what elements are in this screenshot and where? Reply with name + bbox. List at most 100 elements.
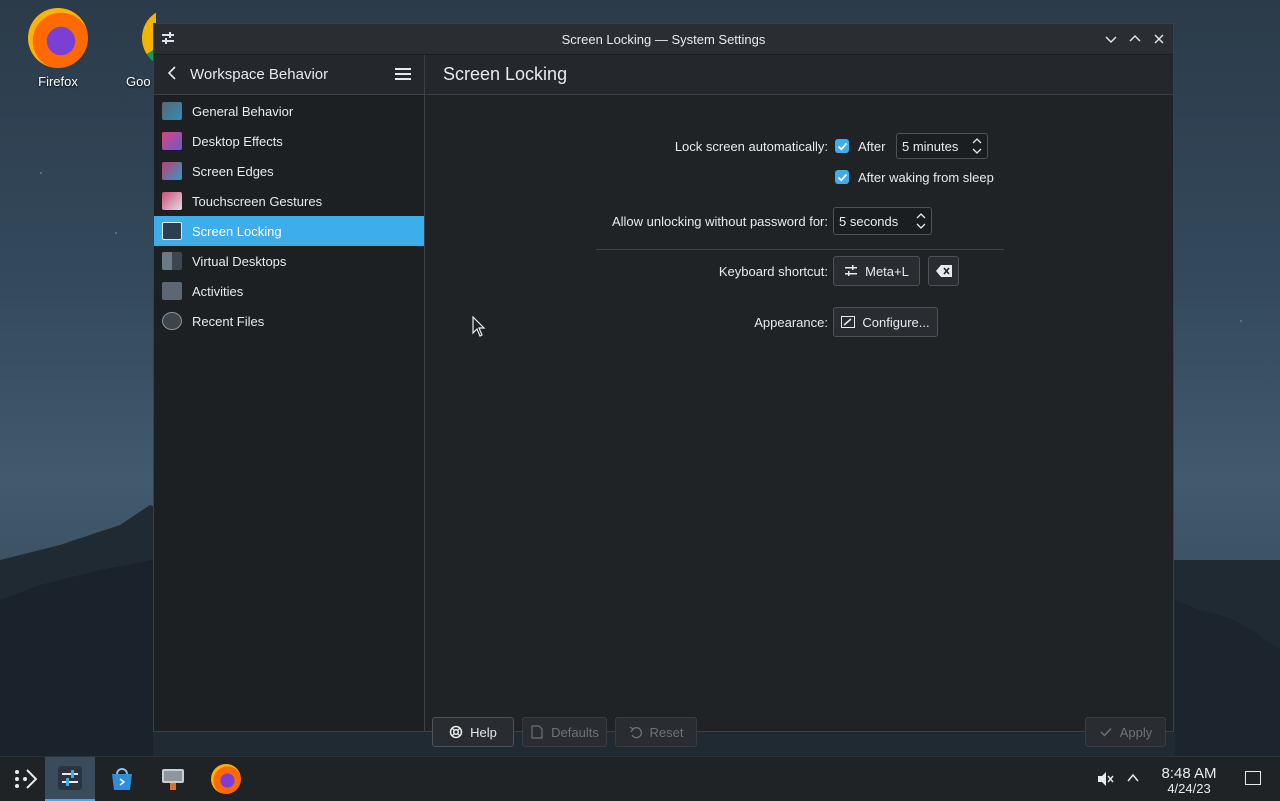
touchscreen-gestures-icon — [162, 192, 182, 210]
help-label: Help — [470, 724, 497, 740]
firefox-icon — [28, 8, 88, 68]
digital-clock[interactable]: 8:48 AM 4/24/23 — [1148, 765, 1230, 796]
taskbar-discover[interactable] — [97, 757, 147, 801]
virtual-desktops-icon — [162, 252, 182, 270]
defaults-button[interactable]: Defaults — [522, 717, 607, 747]
gaming-mode-icon — [162, 769, 184, 790]
taskbar-return-to-gaming-mode[interactable] — [148, 757, 198, 801]
after-checkbox-label[interactable]: After — [858, 139, 885, 154]
reset-button[interactable]: Reset — [615, 717, 697, 747]
sidebar-item-label: Recent Files — [192, 313, 265, 329]
page-title: Screen Locking — [443, 64, 568, 84]
hamburger-icon — [395, 68, 411, 80]
unlock-grace-spinbox[interactable]: 5 seconds — [833, 207, 932, 235]
help-icon — [449, 725, 463, 739]
general-behavior-icon — [162, 102, 182, 120]
sidebar-header: Workspace Behavior — [154, 55, 424, 95]
volume-muted-icon — [1098, 772, 1114, 786]
activities-icon — [162, 282, 182, 300]
discover-store-icon — [112, 768, 132, 790]
spin-arrows-icon — [916, 213, 926, 229]
content-area: Screen Locking Lock screen automatically… — [425, 55, 1173, 747]
system-settings-icon — [58, 766, 82, 790]
shortcut-value: Meta+L — [865, 263, 909, 279]
system-settings-window: Screen Locking — System Settings Workspa… — [153, 23, 1174, 747]
clear-shortcut-button[interactable] — [928, 256, 959, 286]
sidebar-item-screen-locking[interactable]: Screen Locking — [154, 216, 424, 246]
chevron-up-icon — [1127, 773, 1139, 782]
help-button[interactable]: Help — [432, 717, 514, 747]
minimize-button[interactable] — [1101, 29, 1121, 49]
lock-auto-label: Lock screen automatically: — [674, 139, 828, 154]
undo-icon — [629, 725, 643, 739]
clock-time: 8:48 AM — [1161, 765, 1217, 782]
checkmark-icon — [837, 173, 847, 182]
maximize-button[interactable] — [1125, 29, 1145, 49]
taskbar-system-settings[interactable] — [45, 757, 95, 801]
sidebar-item-label: Desktop Effects — [192, 133, 283, 149]
mouse-cursor-icon — [472, 316, 486, 337]
unlock-grace-value: 5 seconds — [839, 213, 899, 229]
sidebar-item-desktop-effects[interactable]: Desktop Effects — [154, 126, 424, 156]
sidebar-item-activities[interactable]: Activities — [154, 276, 424, 306]
sidebar-item-label: Virtual Desktops — [192, 253, 287, 269]
appearance-label: Appearance: — [754, 315, 828, 330]
chevron-up-icon — [1129, 34, 1141, 42]
after-checkbox[interactable] — [835, 139, 849, 153]
sidebar-item-touchscreen-gestures[interactable]: Touchscreen Gestures — [154, 186, 424, 216]
recent-files-icon — [162, 312, 182, 330]
defaults-label: Defaults — [551, 724, 599, 740]
taskbar: 8:48 AM 4/24/23 — [0, 756, 1280, 801]
sidebar-title: Workspace Behavior — [190, 66, 329, 83]
shortcut-icon — [844, 264, 858, 278]
system-tray-expand-button[interactable] — [1126, 771, 1140, 788]
checkmark-icon — [837, 142, 847, 151]
unlock-label: Allow unlocking without password for: — [611, 214, 828, 229]
screen-locking-icon — [162, 222, 182, 240]
sidebar: Workspace Behavior General Behavior Desk… — [154, 55, 425, 731]
steamdeck-launcher-icon — [15, 769, 37, 789]
close-icon — [1154, 34, 1164, 44]
spin-arrows-icon — [972, 138, 982, 154]
hamburger-menu-button[interactable] — [394, 65, 412, 83]
sidebar-item-label: Screen Locking — [192, 223, 282, 239]
sidebar-item-general-behavior[interactable]: General Behavior — [154, 96, 424, 126]
system-settings-app-icon[interactable] — [160, 30, 176, 46]
desktop-icon-firefox[interactable]: Firefox — [13, 0, 103, 89]
sidebar-item-virtual-desktops[interactable]: Virtual Desktops — [154, 246, 424, 276]
sidebar-item-label: Activities — [192, 283, 244, 299]
window-titlebar[interactable]: Screen Locking — System Settings — [154, 24, 1173, 55]
application-launcher-button[interactable] — [0, 757, 50, 801]
back-button[interactable] — [166, 65, 184, 84]
shortcut-label: Keyboard shortcut: — [718, 264, 828, 279]
close-button[interactable] — [1149, 29, 1169, 49]
shortcut-button[interactable]: Meta+L — [833, 256, 920, 286]
clock-date: 4/24/23 — [1167, 781, 1211, 796]
volume-muted-button[interactable] — [1096, 770, 1114, 791]
configure-label: Configure... — [862, 314, 930, 330]
sidebar-list: General Behavior Desktop Effects Screen … — [154, 96, 424, 336]
apply-button[interactable]: Apply — [1085, 717, 1166, 747]
star — [1240, 320, 1242, 322]
separator — [596, 249, 1004, 250]
backspace-icon — [935, 265, 952, 277]
configure-icon — [841, 315, 856, 329]
configure-button[interactable]: Configure... — [833, 307, 938, 337]
desktop-icon-google-chrome[interactable]: Goo — [126, 0, 156, 89]
desktop-effects-icon — [162, 132, 182, 150]
after-waking-label[interactable]: After waking from sleep — [858, 170, 994, 185]
checkmark-icon — [1099, 725, 1113, 739]
sidebar-item-screen-edges[interactable]: Screen Edges — [154, 156, 424, 186]
lock-timeout-spinbox[interactable]: 5 minutes — [896, 133, 988, 159]
firefox-icon — [211, 764, 241, 794]
desktop-icon-label: Goo — [126, 74, 151, 89]
desktop-icon-label: Firefox — [38, 74, 78, 89]
apply-label: Apply — [1119, 724, 1153, 740]
content-header: Screen Locking — [425, 55, 1173, 95]
show-desktop-button[interactable] — [1245, 771, 1261, 785]
taskbar-firefox[interactable] — [201, 757, 251, 801]
sidebar-item-recent-files[interactable]: Recent Files — [154, 306, 424, 336]
star — [115, 232, 117, 234]
lock-timeout-value: 5 minutes — [902, 138, 959, 154]
after-waking-checkbox[interactable] — [835, 170, 849, 184]
